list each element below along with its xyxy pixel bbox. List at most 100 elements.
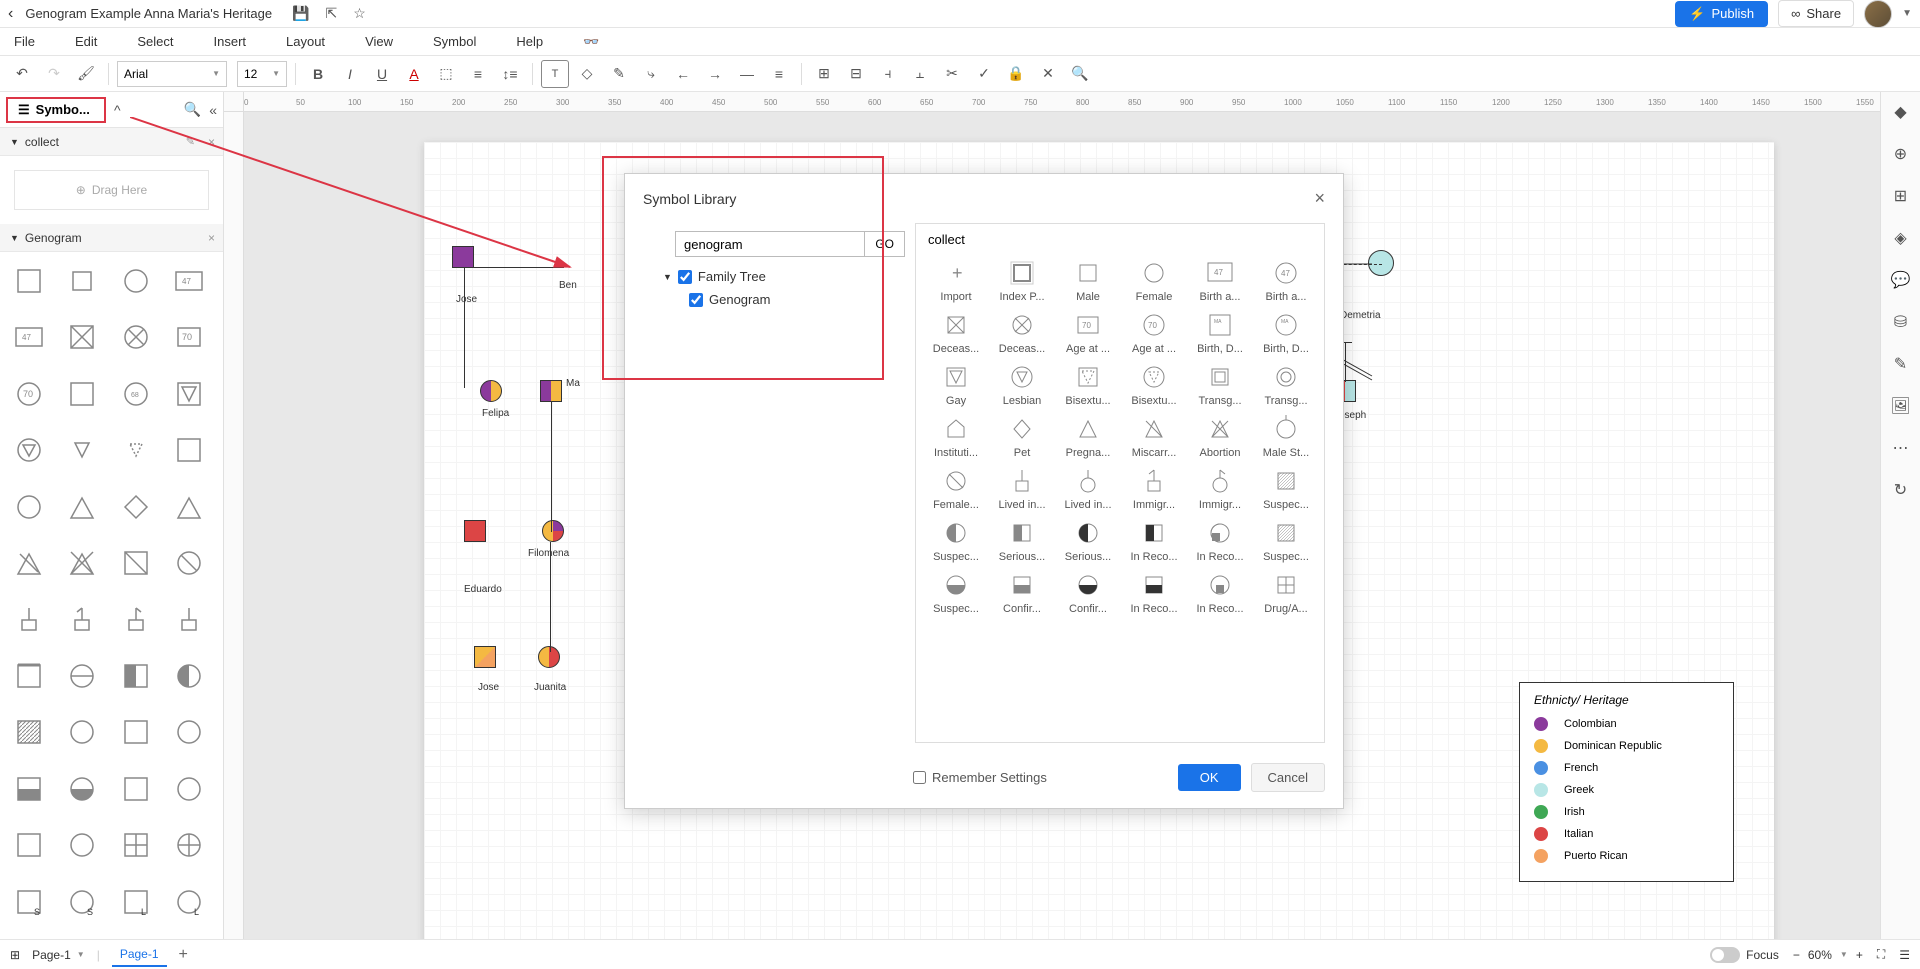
arrow-start-button[interactable]: ← bbox=[669, 60, 697, 88]
style-panel-icon[interactable]: ◆ bbox=[1889, 100, 1913, 124]
modal-symbol-item[interactable]: Transg... bbox=[1254, 361, 1318, 409]
share-button[interactable]: ∞Share bbox=[1778, 0, 1854, 27]
modal-symbol-item[interactable]: 70Age at ... bbox=[1122, 309, 1186, 357]
modal-symbol-item[interactable]: Gay bbox=[924, 361, 988, 409]
undo-button[interactable]: ↶ bbox=[8, 60, 36, 88]
symbol-grid-item[interactable] bbox=[8, 768, 50, 810]
symbol-grid-item[interactable]: L bbox=[115, 881, 157, 923]
modal-symbol-item[interactable]: Abortion bbox=[1188, 413, 1252, 461]
group-button[interactable]: ⊞ bbox=[810, 60, 838, 88]
symbol-grid-item[interactable] bbox=[168, 711, 210, 753]
symbol-grid-item[interactable]: 47 bbox=[168, 260, 210, 302]
line-style-button[interactable]: — bbox=[733, 60, 761, 88]
modal-symbol-item[interactable]: Bisextu... bbox=[1122, 361, 1186, 409]
align-button[interactable]: ⫞ bbox=[874, 60, 902, 88]
menu-insert[interactable]: Insert bbox=[208, 30, 253, 53]
data-icon[interactable]: ⛁ bbox=[1889, 310, 1913, 334]
symbol-search-input[interactable] bbox=[675, 231, 865, 257]
modal-symbol-item[interactable]: Deceas... bbox=[990, 309, 1054, 357]
symbol-grid-item[interactable]: S bbox=[8, 881, 50, 923]
modal-symbol-item[interactable]: Pregna... bbox=[1056, 413, 1120, 461]
edit-icon[interactable]: ✎ bbox=[186, 135, 195, 148]
crop-button[interactable]: ✂ bbox=[938, 60, 966, 88]
line-weight-button[interactable]: ≡ bbox=[765, 60, 793, 88]
symbol-grid-item[interactable] bbox=[8, 260, 50, 302]
tree-item-genogram[interactable]: Genogram bbox=[689, 292, 905, 307]
symbol-grid-item[interactable] bbox=[115, 824, 157, 866]
modal-symbol-item[interactable]: Confir... bbox=[1056, 569, 1120, 617]
connector-style-button[interactable]: ⤷ bbox=[637, 60, 665, 88]
zoom-in-button[interactable]: + bbox=[1856, 948, 1863, 962]
symbol-grid-item[interactable] bbox=[115, 486, 157, 528]
toggle-switch[interactable] bbox=[1710, 947, 1740, 963]
modal-symbol-item[interactable]: In Reco... bbox=[1188, 517, 1252, 565]
modal-symbol-item[interactable]: 70Age at ... bbox=[1056, 309, 1120, 357]
modal-symbol-item[interactable]: 47Birth a... bbox=[1254, 257, 1318, 305]
line-color-button[interactable]: ✎ bbox=[605, 60, 633, 88]
symbol-grid-item[interactable] bbox=[115, 429, 157, 471]
modal-symbol-item[interactable]: +Import bbox=[924, 257, 988, 305]
menu-edit[interactable]: Edit bbox=[69, 30, 103, 53]
symbol-grid-item[interactable] bbox=[8, 824, 50, 866]
node-jose-square[interactable] bbox=[452, 246, 474, 268]
symbol-grid-item[interactable]: S bbox=[61, 881, 103, 923]
glasses-icon[interactable]: 👓 bbox=[577, 30, 605, 54]
symbol-search-go-button[interactable]: GO bbox=[865, 231, 905, 257]
modal-symbol-item[interactable]: Suspec... bbox=[924, 569, 988, 617]
symbol-grid-item[interactable] bbox=[8, 429, 50, 471]
extensions-icon[interactable]: ⋯ bbox=[1889, 436, 1913, 460]
modal-symbol-item[interactable]: Lesbian bbox=[990, 361, 1054, 409]
modal-symbol-item[interactable]: In Reco... bbox=[1122, 569, 1186, 617]
history-icon[interactable]: ↻ bbox=[1889, 478, 1913, 502]
symbol-grid-item[interactable] bbox=[61, 768, 103, 810]
symbol-grid-item[interactable] bbox=[115, 260, 157, 302]
symbol-grid-item[interactable] bbox=[115, 542, 157, 584]
modal-symbol-item[interactable]: Miscarr... bbox=[1122, 413, 1186, 461]
fill-color-button[interactable]: ◇ bbox=[573, 60, 601, 88]
fullscreen-icon[interactable]: ⛶ bbox=[1877, 947, 1885, 962]
checkbox-genogram[interactable] bbox=[689, 293, 703, 307]
clipart-icon[interactable]: 🖼 bbox=[1889, 394, 1913, 418]
close-icon[interactable]: × bbox=[208, 231, 215, 245]
apps-icon[interactable]: ⊞ bbox=[1889, 184, 1913, 208]
drag-here-area[interactable]: ⊕Drag Here bbox=[14, 170, 209, 210]
lock-button[interactable]: 🔒 bbox=[1002, 60, 1030, 88]
symbol-grid-item[interactable] bbox=[168, 486, 210, 528]
symbol-grid-item[interactable] bbox=[168, 598, 210, 640]
node-filomena-circle[interactable] bbox=[542, 520, 564, 542]
page-selector[interactable]: Page-1▼ bbox=[32, 948, 85, 962]
focus-toggle[interactable]: Focus bbox=[1710, 947, 1779, 963]
modal-symbol-item[interactable]: Deceas... bbox=[924, 309, 988, 357]
export-icon[interactable]: ⇱ bbox=[325, 5, 337, 22]
publish-button[interactable]: ⚡Publish bbox=[1675, 1, 1768, 27]
symbol-grid-item[interactable]: L bbox=[168, 881, 210, 923]
font-color-button[interactable]: A bbox=[400, 60, 428, 88]
modal-symbol-item[interactable]: Male bbox=[1056, 257, 1120, 305]
distribute-button[interactable]: ⫠ bbox=[906, 60, 934, 88]
modal-symbol-item[interactable]: Index P... bbox=[990, 257, 1054, 305]
underline-button[interactable]: U bbox=[368, 60, 396, 88]
modal-symbol-item[interactable]: Lived in... bbox=[990, 465, 1054, 513]
modal-symbol-item[interactable]: Serious... bbox=[990, 517, 1054, 565]
symbol-grid-item[interactable] bbox=[168, 373, 210, 415]
text-align-v-button[interactable]: ⬚ bbox=[432, 60, 460, 88]
symbol-library-tab[interactable]: ☰ Symbo... bbox=[6, 97, 106, 123]
symbol-grid-item[interactable] bbox=[115, 316, 157, 358]
genogram-section-header[interactable]: ▼ Genogram × bbox=[0, 224, 223, 252]
modal-symbol-item[interactable]: Drug/A... bbox=[1254, 569, 1318, 617]
pages-icon[interactable]: ⊞ bbox=[10, 948, 20, 962]
symbol-grid-item[interactable] bbox=[115, 711, 157, 753]
symbol-grid-item[interactable] bbox=[61, 824, 103, 866]
format-painter-button[interactable]: 🖌 bbox=[72, 60, 100, 88]
modal-cancel-button[interactable]: Cancel bbox=[1251, 763, 1325, 792]
draw-icon[interactable]: ✎ bbox=[1889, 352, 1913, 376]
font-size-selector[interactable]: 12▼ bbox=[237, 61, 287, 87]
italic-button[interactable]: I bbox=[336, 60, 364, 88]
modal-symbol-item[interactable]: Confir... bbox=[990, 569, 1054, 617]
collect-section-header[interactable]: ▼ collect ✎ × bbox=[0, 128, 223, 156]
ungroup-button[interactable]: ⊟ bbox=[842, 60, 870, 88]
check-button[interactable]: ✓ bbox=[970, 60, 998, 88]
collapse-panel-icon[interactable]: « bbox=[209, 102, 217, 118]
modal-symbol-item[interactable]: Lived in... bbox=[1056, 465, 1120, 513]
search-button[interactable]: 🔍 bbox=[1066, 60, 1094, 88]
